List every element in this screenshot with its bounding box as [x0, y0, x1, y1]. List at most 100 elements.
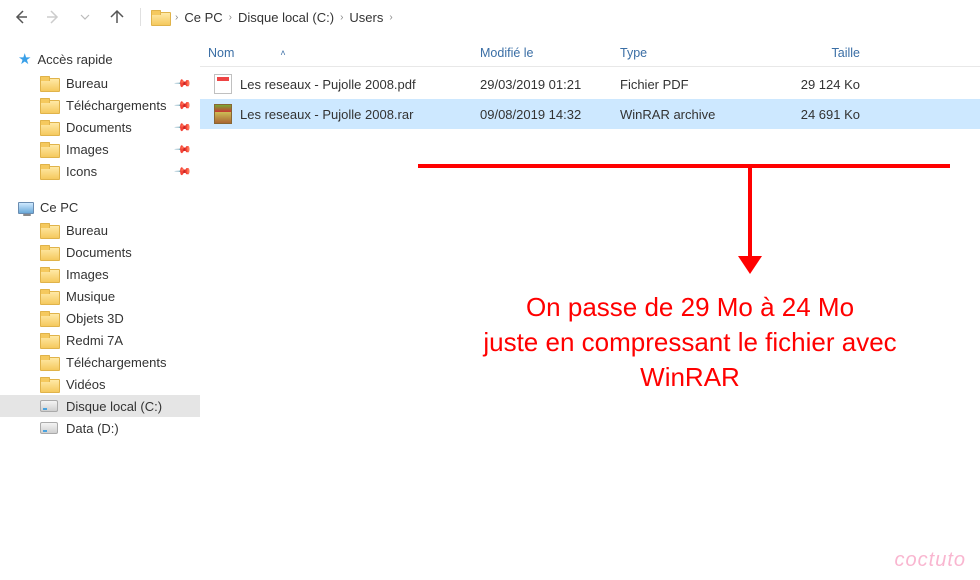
column-label: Nom: [208, 46, 234, 60]
sidebar-item[interactable]: Icons 📌: [0, 160, 200, 182]
sidebar-item-label: Musique: [66, 289, 115, 304]
pc-icon: [18, 202, 34, 214]
sidebar-item[interactable]: Vidéos: [0, 373, 200, 395]
back-button[interactable]: [8, 4, 34, 30]
sidebar-item[interactable]: Documents 📌: [0, 116, 200, 138]
folder-icon: [40, 289, 58, 303]
arrow-left-icon: [13, 9, 29, 25]
file-type: Fichier PDF: [620, 77, 770, 92]
sidebar-header-this-pc[interactable]: Ce PC: [0, 196, 200, 219]
sidebar-header-label: Ce PC: [40, 200, 78, 215]
sidebar-item-label: Téléchargements: [66, 355, 166, 370]
column-header-modified[interactable]: Modifié le: [480, 46, 620, 60]
sidebar-item-label: Bureau: [66, 76, 108, 91]
star-icon: ★: [18, 50, 31, 68]
sidebar-item[interactable]: Images: [0, 263, 200, 285]
breadcrumb-label: Ce PC: [184, 10, 222, 25]
column-header-name[interactable]: Nom ˄: [200, 46, 480, 60]
breadcrumb-segment[interactable]: Disque local (C:) ›: [238, 10, 343, 25]
sidebar-item-label: Vidéos: [66, 377, 106, 392]
annotation-line: [418, 164, 950, 168]
sidebar-item[interactable]: Téléchargements: [0, 351, 200, 373]
sidebar-item-label: Data (D:): [66, 421, 119, 436]
pin-icon: 📌: [174, 96, 193, 115]
file-name: Les reseaux - Pujolle 2008.rar: [240, 107, 413, 122]
column-headers: Nom ˄ Modifié le Type Taille: [200, 34, 980, 66]
chevron-right-icon: ›: [389, 12, 392, 23]
sidebar-item-label: Images: [66, 142, 109, 157]
folder-icon: [151, 10, 169, 24]
forward-button[interactable]: [40, 4, 66, 30]
file-size: 29 124 Ko: [770, 77, 890, 92]
annotation-arrow: [748, 164, 752, 260]
folder-icon: [40, 120, 58, 134]
sidebar-header-quick-access[interactable]: ★ Accès rapide: [0, 46, 200, 72]
folder-icon: [40, 76, 58, 90]
sidebar-item[interactable]: Redmi 7A: [0, 329, 200, 351]
file-row[interactable]: Les reseaux - Pujolle 2008.pdf 29/03/2019…: [200, 69, 980, 99]
sidebar-item[interactable]: Musique: [0, 285, 200, 307]
file-name: Les reseaux - Pujolle 2008.pdf: [240, 77, 416, 92]
file-type: WinRAR archive: [620, 107, 770, 122]
annotation-line1: On passe de 29 Mo à 24 Mo: [430, 290, 950, 325]
sidebar-item[interactable]: Bureau: [0, 219, 200, 241]
arrow-right-icon: [45, 9, 61, 25]
header-separator: [200, 66, 980, 67]
sidebar-item[interactable]: Téléchargements 📌: [0, 94, 200, 116]
folder-icon: [40, 267, 58, 281]
up-button[interactable]: [104, 4, 130, 30]
drive-icon: [40, 422, 58, 434]
column-header-type[interactable]: Type: [620, 46, 770, 60]
chevron-right-icon: ›: [175, 12, 178, 23]
breadcrumb-segment[interactable]: Ce PC ›: [184, 10, 232, 25]
file-rows: Les reseaux - Pujolle 2008.pdf 29/03/2019…: [200, 69, 980, 129]
rar-file-icon: [214, 104, 232, 124]
pin-icon: 📌: [174, 118, 193, 137]
file-size: 24 691 Ko: [770, 107, 890, 122]
sidebar-group-this-pc: Ce PC Bureau Documents Images Musique Objets…: [0, 196, 200, 439]
breadcrumb[interactable]: › Ce PC › Disque local (C:) › Users›: [151, 10, 393, 25]
pin-icon: 📌: [174, 74, 193, 93]
folder-icon: [40, 311, 58, 325]
chevron-right-icon: ›: [340, 12, 343, 23]
sidebar-item[interactable]: Documents: [0, 241, 200, 263]
main-area: ★ Accès rapide Bureau📌Téléchargements📌Do…: [0, 34, 980, 580]
sidebar-item-label: Documents: [66, 245, 132, 260]
sidebar-item-label: Téléchargements: [66, 98, 166, 113]
chevron-down-icon: [80, 12, 90, 22]
file-modified: 29/03/2019 01:21: [480, 77, 620, 92]
annotation-text: On passe de 29 Mo à 24 Mo juste en compr…: [430, 290, 950, 395]
column-header-size[interactable]: Taille: [770, 46, 890, 60]
sidebar-item-label: Objets 3D: [66, 311, 124, 326]
sidebar-header-label: Accès rapide: [37, 52, 112, 67]
file-modified: 09/08/2019 14:32: [480, 107, 620, 122]
folder-icon: [40, 223, 58, 237]
sidebar-item-label: Disque local (C:): [66, 399, 162, 414]
folder-icon: [40, 377, 58, 391]
sidebar-item-drive[interactable]: Disque local (C:): [0, 395, 200, 417]
navigation-bar: › Ce PC › Disque local (C:) › Users›: [0, 0, 980, 34]
pin-icon: 📌: [174, 140, 193, 159]
sort-ascending-icon: ˄: [280, 48, 285, 58]
sidebar-item[interactable]: Objets 3D: [0, 307, 200, 329]
pin-icon: 📌: [174, 162, 193, 181]
sidebar-item-drive[interactable]: Data (D:): [0, 417, 200, 439]
folder-icon: [40, 333, 58, 347]
folder-icon: [40, 355, 58, 369]
recent-dropdown[interactable]: [72, 4, 98, 30]
chevron-right-icon: ›: [229, 12, 232, 23]
arrow-up-icon: [109, 9, 125, 25]
sidebar-item[interactable]: Images 📌: [0, 138, 200, 160]
sidebar-item-label: Images: [66, 267, 109, 282]
sidebar-item-label: Documents: [66, 120, 132, 135]
breadcrumb-label: Disque local (C:): [238, 10, 334, 25]
pdf-file-icon: [214, 74, 232, 94]
sidebar-item-label: Icons: [66, 164, 97, 179]
file-row[interactable]: Les reseaux - Pujolle 2008.rar 09/08/2019…: [200, 99, 980, 129]
breadcrumb-segment[interactable]: Users›: [349, 10, 392, 25]
sidebar-item[interactable]: Bureau 📌: [0, 72, 200, 94]
drive-icon: [40, 400, 58, 412]
folder-icon: [40, 164, 58, 178]
sidebar-item-label: Bureau: [66, 223, 108, 238]
annotation-line2: juste en compressant le fichier avec Win…: [430, 325, 950, 395]
